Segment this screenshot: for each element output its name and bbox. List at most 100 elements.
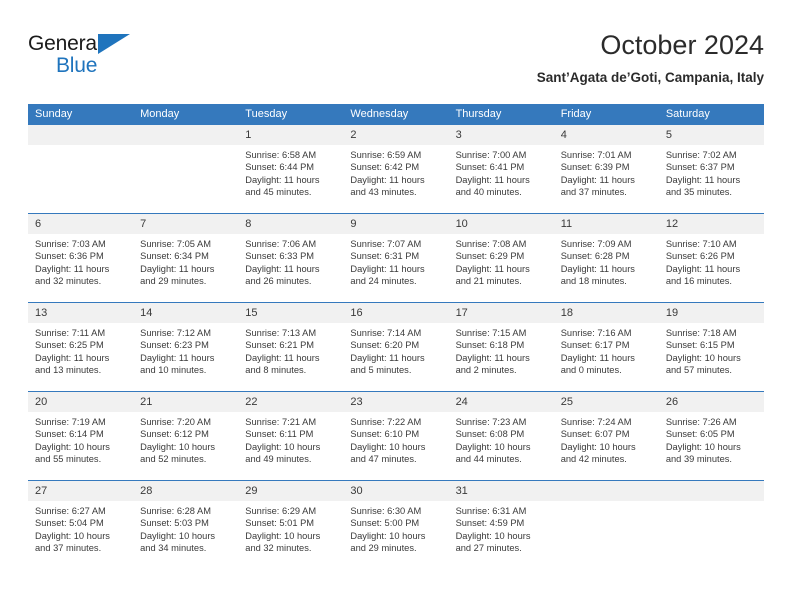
calendar-day-cell[interactable]: 30 Sunrise: 6:30 AM Sunset: 5:00 PM Dayligh… xyxy=(343,480,449,569)
sunrise-text: Sunrise: 7:08 AM xyxy=(455,239,527,249)
daylight-text: Daylight: 11 hours xyxy=(560,263,635,274)
day-number: 6 xyxy=(28,214,134,234)
weekday-headers: Sunday Monday Tuesday Wednesday Thursday Frid… xyxy=(28,104,764,125)
sunrise-text: Sunrise: 7:10 AM xyxy=(665,239,737,249)
daylight-text: and 24 minutes. xyxy=(350,275,417,286)
calendar-day-cell[interactable]: 11 Sunrise: 7:09 AM Sunset: 6:28 PM Dayligh… xyxy=(553,213,659,303)
daylight-text: Daylight: 10 hours xyxy=(455,441,531,452)
calendar-day-cell[interactable]: 8 Sunrise: 7:06 AM Sunset: 6:33 PM Daylight… xyxy=(238,213,344,303)
sunrise-text: Sunrise: 7:16 AM xyxy=(560,328,632,338)
calendar-day-cell[interactable]: 28 Sunrise: 6:28 AM Sunset: 5:03 PM Dayligh… xyxy=(133,480,239,569)
calendar-day-cell[interactable]: 4 Sunrise: 7:01 AM Sunset: 6:39 PM Daylight… xyxy=(553,125,659,214)
daylight-text: and 43 minutes. xyxy=(350,186,417,197)
calendar-day-cell[interactable]: 24 Sunrise: 7:23 AM Sunset: 6:08 PM Dayligh… xyxy=(448,391,554,481)
calendar-day-cell[interactable]: 12 Sunrise: 7:10 AM Sunset: 6:26 PM Dayligh… xyxy=(658,213,764,303)
daylight-text: and 49 minutes. xyxy=(245,453,312,464)
calendar-day-cell[interactable]: 16 Sunrise: 7:14 AM Sunset: 6:20 PM Dayligh… xyxy=(343,302,449,392)
day-number xyxy=(28,125,134,145)
calendar-day-cell[interactable]: 7 Sunrise: 7:05 AM Sunset: 6:34 PM Daylight… xyxy=(133,213,239,303)
daylight-text: and 39 minutes. xyxy=(665,453,732,464)
sunset-text: Sunset: 6:14 PM xyxy=(35,429,104,440)
calendar-day-cell[interactable]: 14 Sunrise: 7:12 AM Sunset: 6:23 PM Dayligh… xyxy=(133,302,239,392)
sunset-text: Sunset: 6:08 PM xyxy=(455,429,525,440)
calendar-day-cell[interactable]: 25 Sunrise: 7:24 AM Sunset: 6:07 PM Dayligh… xyxy=(553,391,659,481)
calendar-day-cell[interactable]: 27 Sunrise: 6:27 AM Sunset: 5:04 PM Dayligh… xyxy=(28,480,134,569)
sunrise-text: Sunrise: 6:27 AM xyxy=(35,506,106,516)
day-details: Sunrise: 7:10 AM Sunset: 6:26 PM Daylight:… xyxy=(659,234,764,287)
sunrise-text: Sunrise: 7:14 AM xyxy=(350,328,422,338)
daylight-text: Daylight: 10 hours xyxy=(35,530,110,541)
sunrise-text: Sunrise: 7:09 AM xyxy=(560,239,632,249)
sunset-text: Sunset: 6:17 PM xyxy=(560,340,630,351)
calendar-page: General Blue October 2024 Sant’Agata de’… xyxy=(0,0,792,612)
weekday-header-saturday: Saturday xyxy=(658,104,764,125)
day-details: Sunrise: 6:58 AM Sunset: 6:44 PM Daylight:… xyxy=(238,145,343,198)
day-number: 11 xyxy=(553,214,659,234)
calendar-day-cell[interactable]: 29 Sunrise: 6:29 AM Sunset: 5:01 PM Dayligh… xyxy=(238,480,344,569)
calendar-day-cell[interactable]: 9 Sunrise: 7:07 AM Sunset: 6:31 PM Daylight… xyxy=(343,213,449,303)
daylight-text: Daylight: 11 hours xyxy=(455,174,530,185)
calendar-day-cell[interactable]: 5 Sunrise: 7:02 AM Sunset: 6:37 PM Daylight… xyxy=(658,125,764,214)
calendar-day-cell[interactable]: 3 Sunrise: 7:00 AM Sunset: 6:41 PM Daylight… xyxy=(448,125,554,214)
day-number: 13 xyxy=(28,303,134,323)
day-details: Sunrise: 6:31 AM Sunset: 4:59 PM Daylight:… xyxy=(449,501,554,554)
sunset-text: Sunset: 6:29 PM xyxy=(455,251,525,262)
calendar-day-cell[interactable]: 31 Sunrise: 6:31 AM Sunset: 4:59 PM Dayligh… xyxy=(448,480,554,569)
calendar-day-cell[interactable]: 21 Sunrise: 7:20 AM Sunset: 6:12 PM Dayligh… xyxy=(133,391,239,481)
day-number: 30 xyxy=(343,481,449,501)
calendar-day-cell[interactable]: 2 Sunrise: 6:59 AM Sunset: 6:42 PM Daylight… xyxy=(343,125,449,214)
generalblue-logo[interactable]: General Blue xyxy=(28,32,148,88)
daylight-text: Daylight: 11 hours xyxy=(245,174,320,185)
sunset-text: Sunset: 6:36 PM xyxy=(35,251,104,262)
sunrise-text: Sunrise: 7:01 AM xyxy=(560,150,632,160)
calendar-day-cell[interactable]: 18 Sunrise: 7:16 AM Sunset: 6:17 PM Dayligh… xyxy=(553,302,659,392)
sunset-text: Sunset: 6:23 PM xyxy=(140,340,209,351)
day-details: Sunrise: 7:23 AM Sunset: 6:08 PM Daylight:… xyxy=(449,412,554,465)
day-details: Sunrise: 7:15 AM Sunset: 6:18 PM Daylight:… xyxy=(449,323,554,376)
daylight-text: Daylight: 10 hours xyxy=(140,530,216,541)
day-details: Sunrise: 7:18 AM Sunset: 6:15 PM Daylight:… xyxy=(659,323,764,376)
day-number: 28 xyxy=(133,481,239,501)
weekday-header-thursday: Thursday xyxy=(448,104,554,125)
page-header: General Blue October 2024 Sant’Agata de’… xyxy=(28,28,764,96)
day-number: 17 xyxy=(448,303,554,323)
calendar-day-cell[interactable]: 10 Sunrise: 7:08 AM Sunset: 6:29 PM Dayligh… xyxy=(448,213,554,303)
daylight-text: and 2 minutes. xyxy=(455,364,517,375)
daylight-text: and 52 minutes. xyxy=(140,453,207,464)
calendar-day-cell[interactable]: 26 Sunrise: 7:26 AM Sunset: 6:05 PM Dayligh… xyxy=(658,391,764,481)
calendar-day-cell[interactable]: 1 Sunrise: 6:58 AM Sunset: 6:44 PM Daylight… xyxy=(238,125,344,214)
calendar-body: 1 Sunrise: 6:58 AM Sunset: 6:44 PM Daylight… xyxy=(28,125,764,569)
day-details: Sunrise: 7:11 AM Sunset: 6:25 PM Daylight:… xyxy=(28,323,133,376)
sunrise-text: Sunrise: 7:03 AM xyxy=(35,239,106,249)
sunset-text: Sunset: 6:41 PM xyxy=(455,162,525,173)
day-number: 31 xyxy=(448,481,554,501)
logo-text-blue: Blue xyxy=(56,54,98,77)
daylight-text: and 34 minutes. xyxy=(140,542,207,553)
sunset-text: Sunset: 4:59 PM xyxy=(455,518,525,529)
sunset-text: Sunset: 6:37 PM xyxy=(665,162,735,173)
day-number: 23 xyxy=(343,392,449,412)
daylight-text: Daylight: 11 hours xyxy=(665,174,741,185)
calendar-day-cell[interactable]: 15 Sunrise: 7:13 AM Sunset: 6:21 PM Dayligh… xyxy=(238,302,344,392)
calendar-day-cell[interactable]: 6 Sunrise: 7:03 AM Sunset: 6:36 PM Daylight… xyxy=(28,213,134,303)
sunset-text: Sunset: 6:42 PM xyxy=(350,162,420,173)
day-number: 21 xyxy=(133,392,239,412)
daylight-text: Daylight: 11 hours xyxy=(455,352,530,363)
day-number: 24 xyxy=(448,392,554,412)
day-details: Sunrise: 6:30 AM Sunset: 5:00 PM Daylight:… xyxy=(343,501,448,554)
daylight-text: and 44 minutes. xyxy=(455,453,522,464)
calendar-day-cell[interactable]: 20 Sunrise: 7:19 AM Sunset: 6:14 PM Dayligh… xyxy=(28,391,134,481)
weekday-header-sunday: Sunday xyxy=(28,104,134,125)
calendar-day-cell[interactable]: 13 Sunrise: 7:11 AM Sunset: 6:25 PM Dayligh… xyxy=(28,302,134,392)
sunset-text: Sunset: 6:12 PM xyxy=(140,429,209,440)
calendar-day-cell[interactable]: 17 Sunrise: 7:15 AM Sunset: 6:18 PM Dayligh… xyxy=(448,302,554,392)
calendar-day-cell-empty xyxy=(658,480,764,569)
daylight-text: Daylight: 11 hours xyxy=(35,263,110,274)
daylight-text: Daylight: 11 hours xyxy=(560,174,635,185)
weekday-header-monday: Monday xyxy=(133,104,239,125)
sunset-text: Sunset: 6:31 PM xyxy=(350,251,420,262)
calendar-week-row: 27 Sunrise: 6:27 AM Sunset: 5:04 PM Dayligh… xyxy=(28,480,764,569)
calendar-day-cell[interactable]: 19 Sunrise: 7:18 AM Sunset: 6:15 PM Dayligh… xyxy=(658,302,764,392)
calendar-day-cell[interactable]: 23 Sunrise: 7:22 AM Sunset: 6:10 PM Dayligh… xyxy=(343,391,449,481)
calendar-day-cell[interactable]: 22 Sunrise: 7:21 AM Sunset: 6:11 PM Dayligh… xyxy=(238,391,344,481)
